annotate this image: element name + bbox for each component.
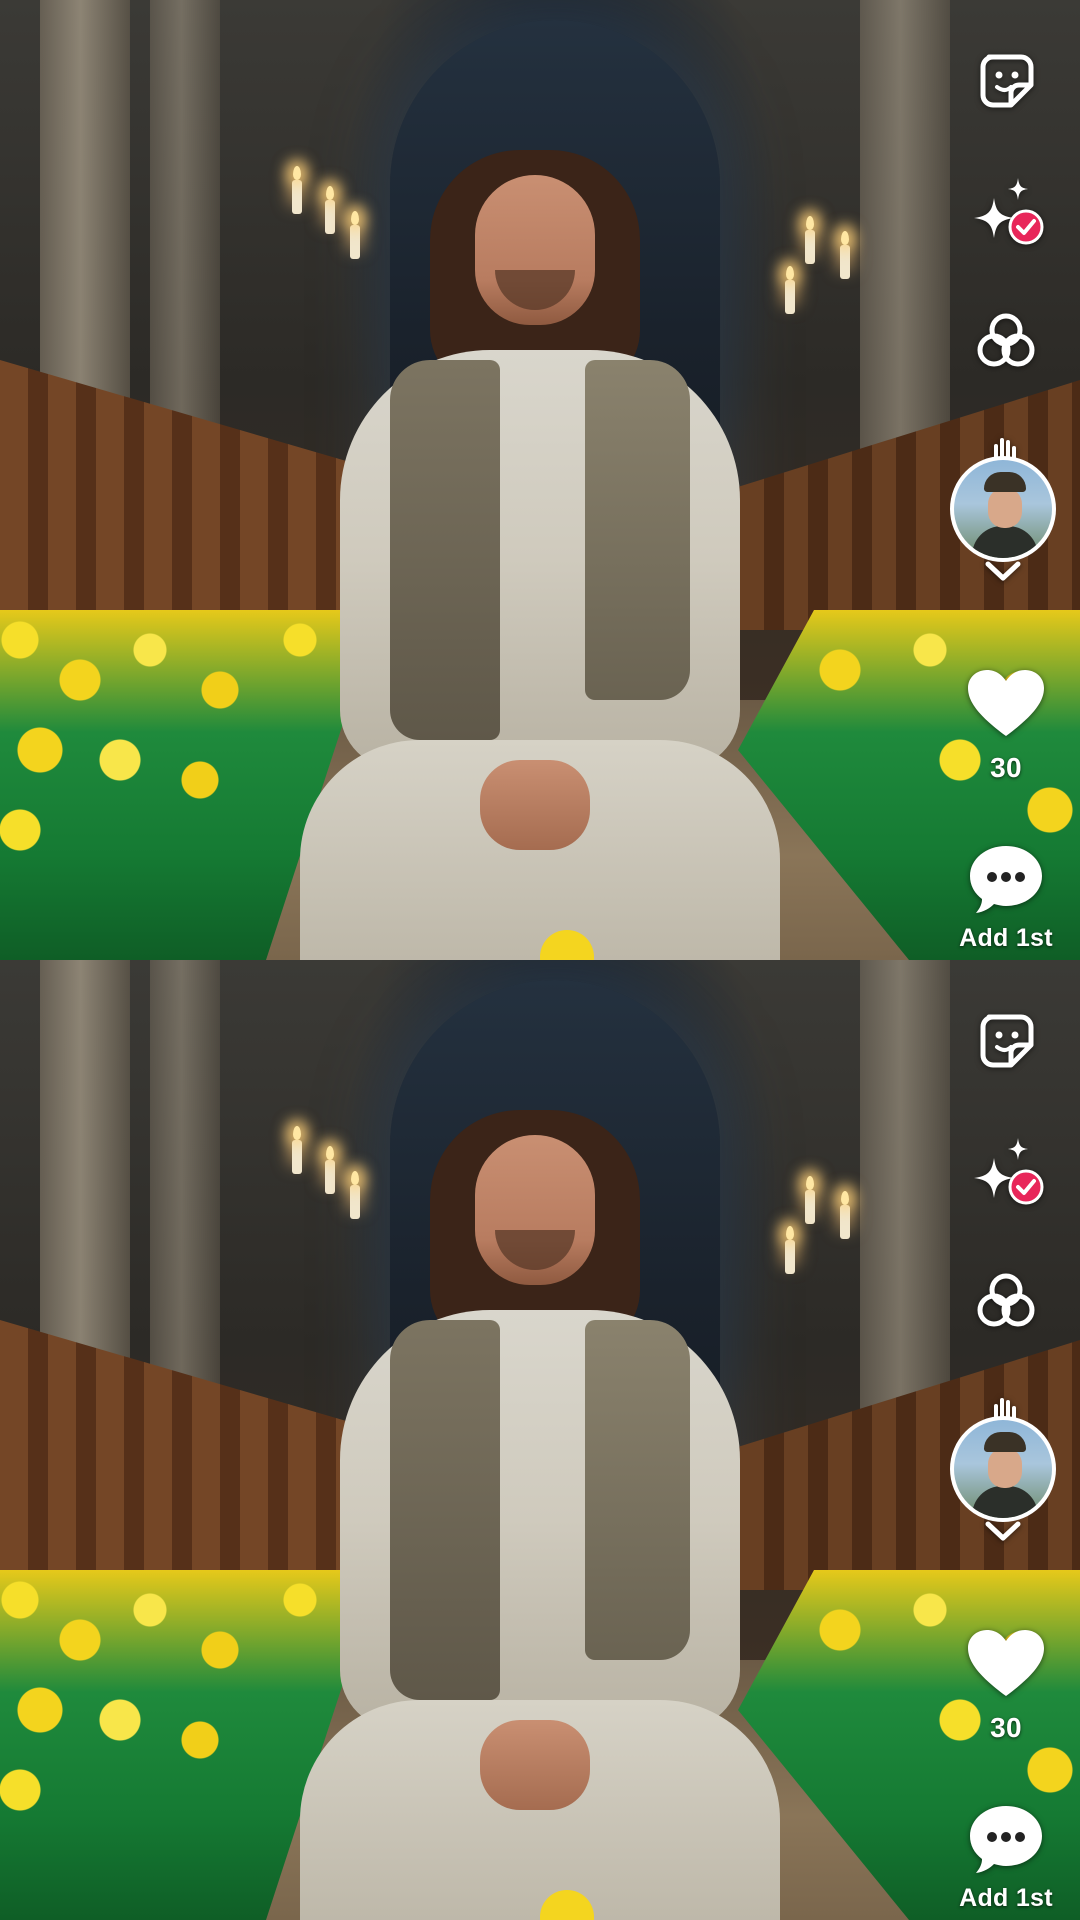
like-button[interactable] — [966, 668, 1046, 740]
circles-icon — [977, 1273, 1035, 1327]
creator-avatar[interactable] — [950, 1416, 1056, 1522]
sticker-icon — [980, 1014, 1034, 1068]
ai-effects-button[interactable] — [966, 172, 1050, 256]
like-button[interactable] — [966, 1628, 1046, 1700]
video-feed-screen: 30 Add 1st 30 Add 1st — [0, 0, 1080, 1920]
heart-icon — [968, 670, 1044, 736]
comment-bubble-icon — [970, 846, 1042, 913]
candle — [805, 1176, 815, 1224]
avatar-photo — [954, 1420, 1052, 1518]
stone-pillar — [150, 0, 220, 460]
effects-button[interactable] — [970, 1265, 1042, 1337]
candle — [840, 1191, 850, 1239]
video-panel-top[interactable]: 30 Add 1st — [0, 0, 1080, 960]
candle — [292, 166, 302, 214]
candle — [292, 1126, 302, 1174]
figure-shawl — [585, 1320, 690, 1660]
candle — [350, 1171, 360, 1219]
video-frame[interactable] — [0, 0, 1080, 960]
avatar-photo — [954, 460, 1052, 558]
avatar-photo-cap — [984, 472, 1026, 492]
like-count: 30 — [990, 1712, 1022, 1743]
effects-button[interactable] — [970, 305, 1042, 377]
sparkle-check-icon — [974, 178, 1044, 245]
chevron-down-icon[interactable] — [984, 1520, 1022, 1542]
candle — [325, 186, 335, 234]
figure-shawl — [585, 360, 690, 700]
sticker-icon — [980, 54, 1034, 108]
avatar-photo-body — [972, 526, 1038, 558]
sticker-button[interactable] — [972, 46, 1042, 116]
figure-shawl — [390, 1320, 500, 1700]
sparkle-check-icon — [974, 1138, 1044, 1205]
creator-avatar-group — [950, 436, 1060, 586]
comment-bubble-icon — [970, 1806, 1042, 1873]
candle — [785, 266, 795, 314]
candle — [785, 1226, 795, 1274]
candle — [350, 211, 360, 259]
stone-pillar — [860, 960, 950, 1420]
comment-label: Add 1st — [959, 924, 1053, 952]
creator-avatar-group — [950, 1396, 1060, 1546]
circles-icon — [977, 313, 1035, 367]
comment-button[interactable] — [966, 1802, 1046, 1876]
ai-effects-button[interactable] — [966, 1132, 1050, 1216]
sticker-button[interactable] — [972, 1006, 1042, 1076]
avatar-photo-face — [988, 488, 1022, 528]
comment-label: Add 1st — [959, 1884, 1053, 1912]
creator-avatar[interactable] — [950, 456, 1056, 562]
candle — [325, 1146, 335, 1194]
video-frame[interactable] — [0, 960, 1080, 1920]
video-panel-bottom[interactable]: 30 Add 1st — [0, 960, 1080, 1920]
figure-shawl — [390, 360, 500, 740]
stone-pillar — [150, 960, 220, 1420]
avatar-photo-body — [972, 1486, 1038, 1518]
candle — [840, 231, 850, 279]
comment-button[interactable] — [966, 842, 1046, 916]
figure-hands — [480, 1720, 590, 1810]
avatar-photo-cap — [984, 1432, 1026, 1452]
candle — [805, 216, 815, 264]
figure-hands — [480, 760, 590, 850]
like-count: 30 — [990, 752, 1022, 783]
stone-pillar — [860, 0, 950, 460]
avatar-photo-face — [988, 1448, 1022, 1488]
chevron-down-icon[interactable] — [984, 560, 1022, 582]
heart-icon — [968, 1630, 1044, 1696]
